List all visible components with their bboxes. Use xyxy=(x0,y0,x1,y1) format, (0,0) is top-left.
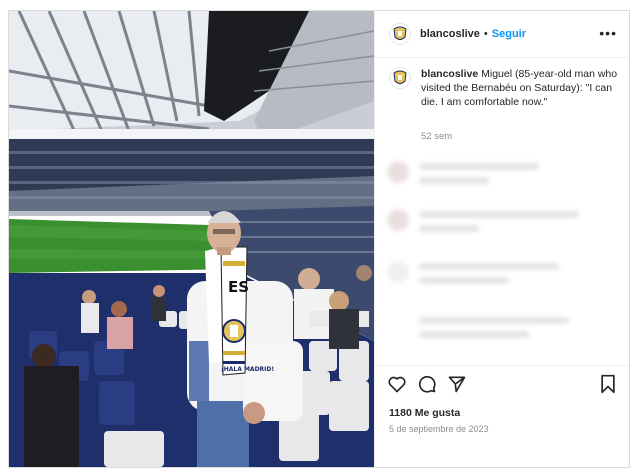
scarf-top-text: ES xyxy=(228,278,249,296)
blurred-comment xyxy=(387,311,617,351)
bookmark-icon[interactable] xyxy=(599,374,617,399)
comment-icon[interactable] xyxy=(417,374,437,399)
time-ago: 52 sem xyxy=(421,131,453,142)
likes-count[interactable]: 1180 Me gusta xyxy=(389,407,460,419)
blurred-comment xyxy=(387,207,617,237)
username[interactable]: blancoslive xyxy=(420,28,480,40)
post-photo[interactable]: ES ¡HALA MADRID! xyxy=(9,11,374,467)
post-date: 5 de septiembre de 2023 xyxy=(389,424,489,434)
scarf-bottom-text: ¡HALA MADRID! xyxy=(221,366,274,373)
heart-icon[interactable] xyxy=(387,374,407,399)
post-header: blancoslive • Seguir ••• xyxy=(375,11,629,58)
more-options-icon[interactable]: ••• xyxy=(599,25,617,41)
real-madrid-crest-icon[interactable] xyxy=(389,23,411,45)
divider xyxy=(375,365,629,366)
post-side-panel: blancoslive • Seguir ••• blancoslive Mig… xyxy=(374,11,629,467)
action-bar xyxy=(375,370,629,400)
caption-username[interactable]: blancoslive xyxy=(421,68,478,80)
share-icon[interactable] xyxy=(447,374,467,399)
blurred-comment xyxy=(387,259,617,289)
post-caption: blancoslive Miguel (85-year-old man who … xyxy=(389,67,619,109)
real-madrid-crest-icon[interactable] xyxy=(389,67,411,89)
instagram-post: ES ¡HALA MADRID! blancoslive • Seguir ••… xyxy=(8,10,630,468)
dot-separator: • xyxy=(483,28,488,40)
follow-button[interactable]: Seguir xyxy=(492,28,526,40)
blurred-comment xyxy=(387,159,617,189)
